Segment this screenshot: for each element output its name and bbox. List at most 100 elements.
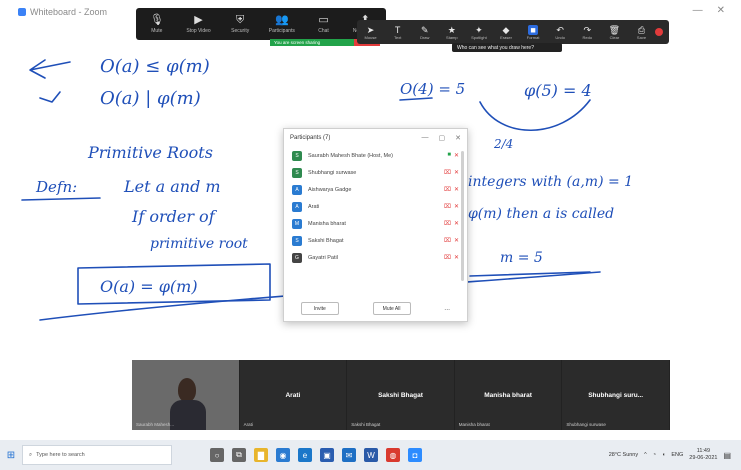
video-tile[interactable]: Saurabh Mahesh... [132, 360, 240, 430]
windows-start-icon[interactable]: ⊞ [0, 450, 22, 461]
participant-row[interactable]: S Saurabh Mahesh Bhate (Host, Me) ■ ✕ [284, 147, 467, 164]
window-title-text: Whiteboard - Zoom [30, 7, 108, 17]
spotlight-icon: ✦ [475, 24, 483, 35]
video-tile[interactable]: Sakshi Bhagat Sakshi Bhagat [347, 360, 455, 430]
text-icon: T [394, 24, 401, 35]
task-view-icon[interactable]: ⧉ [232, 448, 246, 462]
video-off-icon: ⌧ [444, 187, 451, 193]
participant-status: ⌧ ✕ [444, 254, 459, 261]
video-tile[interactable]: Manisha bharat Manisha bharat [455, 360, 563, 430]
muted-mic-icon: ✕ [453, 255, 459, 261]
edge-icon[interactable]: e [298, 448, 312, 462]
participant-row[interactable]: A Aishwarya Gadge ⌧ ✕ [284, 181, 467, 198]
meeting-toolbar-label: Security [231, 28, 250, 34]
video-tile-caption: Sakshi Bhagat [351, 422, 381, 427]
taskbar-clock[interactable]: 11:49 29-06-2021 [689, 448, 717, 462]
video-tile-name: Sakshi Bhagat [378, 391, 423, 399]
minimize-icon[interactable]: — [422, 134, 429, 142]
annotation-tool-button[interactable]: ✦ Spotlight [465, 25, 492, 40]
popout-icon[interactable]: ▢ [439, 134, 446, 142]
meeting-toolbar-button[interactable]: ⛨ Security [219, 8, 261, 40]
video-tile-caption: Saurabh Mahesh... [136, 422, 175, 427]
zoom-icon[interactable]: ◘ [408, 448, 422, 462]
annotation-tool-label: Stamp [446, 34, 458, 40]
board-text: If order of [131, 207, 218, 226]
annotation-tool-label: Spotlight [471, 34, 487, 40]
search-icon: ⌕ [29, 451, 33, 458]
annotation-tool-button[interactable]: ➤ Mouse [357, 25, 384, 40]
participant-name: Aishwarya Gadge [308, 186, 352, 193]
store-icon[interactable]: ▣ [320, 448, 334, 462]
language-indicator[interactable]: ENG [671, 452, 683, 458]
participant-row[interactable]: M Manisha bharat ⌧ ✕ [284, 215, 467, 232]
participant-status: ⌧ ✕ [444, 169, 459, 176]
annotation-tool-label: Format [526, 34, 540, 40]
annotation-tool-button[interactable]: ⎙ Save [628, 25, 655, 40]
video-tile[interactable]: Shubhangi suru... Shubhangi surwase [562, 360, 670, 430]
video-tile[interactable]: Arati Arati [240, 360, 348, 430]
board-text: integers with (a,m) = 1 [468, 174, 633, 190]
board-text: Primitive Roots [87, 143, 213, 162]
scrollbar[interactable] [461, 151, 464, 281]
muted-mic-icon: ✕ [453, 153, 459, 159]
mute-all-button[interactable]: Mute All [372, 302, 411, 315]
stamp-icon: ★ [447, 24, 456, 35]
annotation-tool-button[interactable]: 🗑 Clear [601, 25, 628, 40]
draw-icon: ✎ [420, 24, 429, 35]
participants-panel: Participants (7) — ▢ ✕ S Saurabh Mahesh B… [283, 128, 468, 322]
invite-button[interactable]: Invite [300, 302, 339, 315]
tray-chevron-icon[interactable]: ^ [644, 452, 647, 458]
annotation-tool-label: Undo [555, 34, 565, 40]
annotation-tool-label: Eraser [500, 34, 512, 40]
meeting-toolbar-button[interactable]: ▭ Chat [303, 8, 345, 40]
search-app-icon[interactable]: ○ [210, 448, 224, 462]
participant-name: Shubhangi surwase [308, 169, 357, 176]
muted-mic-icon: ✕ [453, 187, 459, 193]
save-icon: ⎙ [637, 24, 646, 35]
close-annotation-icon[interactable] [655, 28, 664, 36]
minimize-icon[interactable]: — [693, 5, 703, 16]
annotation-tool-button[interactable]: ★ Stamp [438, 25, 465, 40]
annotation-tool-button[interactable]: ↶ Undo [547, 25, 574, 40]
notification-icon[interactable]: ▤ [723, 451, 731, 460]
close-icon[interactable]: ✕ [717, 5, 725, 16]
muted-mic-icon: ✕ [453, 238, 459, 244]
red-app-icon[interactable]: ◍ [386, 448, 400, 462]
eraser-icon: ◆ [502, 24, 510, 35]
network-icon[interactable]: ◔ [653, 452, 656, 458]
board-text: Let a and m [123, 177, 221, 196]
weather-status[interactable]: 28°C Sunny [609, 452, 638, 458]
participant-row[interactable]: G Gayatri Patil ⌧ ✕ [284, 249, 467, 266]
more-options-button[interactable]: ... [444, 305, 450, 312]
participant-row[interactable]: S Shubhangi surwase ⌧ ✕ [284, 164, 467, 181]
annotation-toolbar: ➤ Mouse T Text ✎ Draw ★ Stamp ✦ Spotlight ◆ Eraser ■… [357, 20, 669, 44]
meeting-toolbar-button[interactable]: ▶ Stop Video [178, 8, 220, 40]
participant-row[interactable]: A Arati ⌧ ✕ [284, 198, 467, 215]
volume-icon[interactable]: ◖ [662, 452, 665, 458]
taskbar-search-box[interactable]: ⌕ Type here to search [22, 445, 172, 465]
muted-mic-icon: ✕ [453, 204, 459, 210]
annotation-tool-button[interactable]: ◆ Eraser [492, 25, 519, 40]
close-icon[interactable]: ✕ [455, 134, 461, 142]
mail-icon[interactable]: ✉ [342, 448, 356, 462]
chrome-icon[interactable]: ◉ [276, 448, 290, 462]
avatar: S [292, 235, 302, 246]
annotation-tool-button[interactable]: ↷ Redo [574, 25, 601, 40]
participant-row[interactable]: S Sakshi Bhagat ⌧ ✕ [284, 232, 467, 249]
participant-name: Manisha bharat [308, 220, 346, 227]
annotation-tool-button[interactable]: ■ Format [520, 24, 547, 40]
mouse-icon: ➤ [366, 24, 375, 35]
participant-status: ⌧ ✕ [444, 186, 459, 193]
meeting-toolbar-button[interactable]: 👥 Participants [261, 8, 303, 40]
annotation-tool-button[interactable]: T Text [384, 25, 411, 40]
avatar: A [292, 184, 302, 195]
security-icon: ⛨ [236, 14, 245, 26]
meeting-toolbar-label: Stop Video [186, 28, 211, 34]
word-icon[interactable]: W [364, 448, 378, 462]
annotation-tool-button[interactable]: ✎ Draw [411, 25, 438, 40]
file-explorer-icon[interactable]: ▇ [254, 448, 268, 462]
meeting-toolbar-button[interactable]: 🎙 Mute [136, 8, 178, 40]
meeting-toolbar-label: Participants [268, 28, 295, 34]
board-text: 2/4 [493, 137, 513, 151]
zoom-logo-icon [18, 8, 26, 16]
